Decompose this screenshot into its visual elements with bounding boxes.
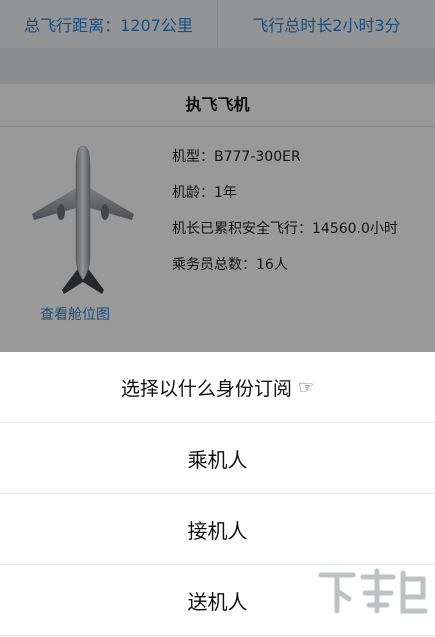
pointing-hand-icon: ☞ <box>297 376 315 398</box>
xiazaiba-watermark-logo <box>318 568 428 614</box>
action-sheet-title: 选择以什么身份订阅 ☞ <box>0 352 435 423</box>
action-sheet-title-text: 选择以什么身份订阅 <box>120 377 292 400</box>
option-passenger[interactable]: 乘机人 <box>0 423 435 494</box>
option-pickup[interactable]: 接机人 <box>0 494 435 565</box>
